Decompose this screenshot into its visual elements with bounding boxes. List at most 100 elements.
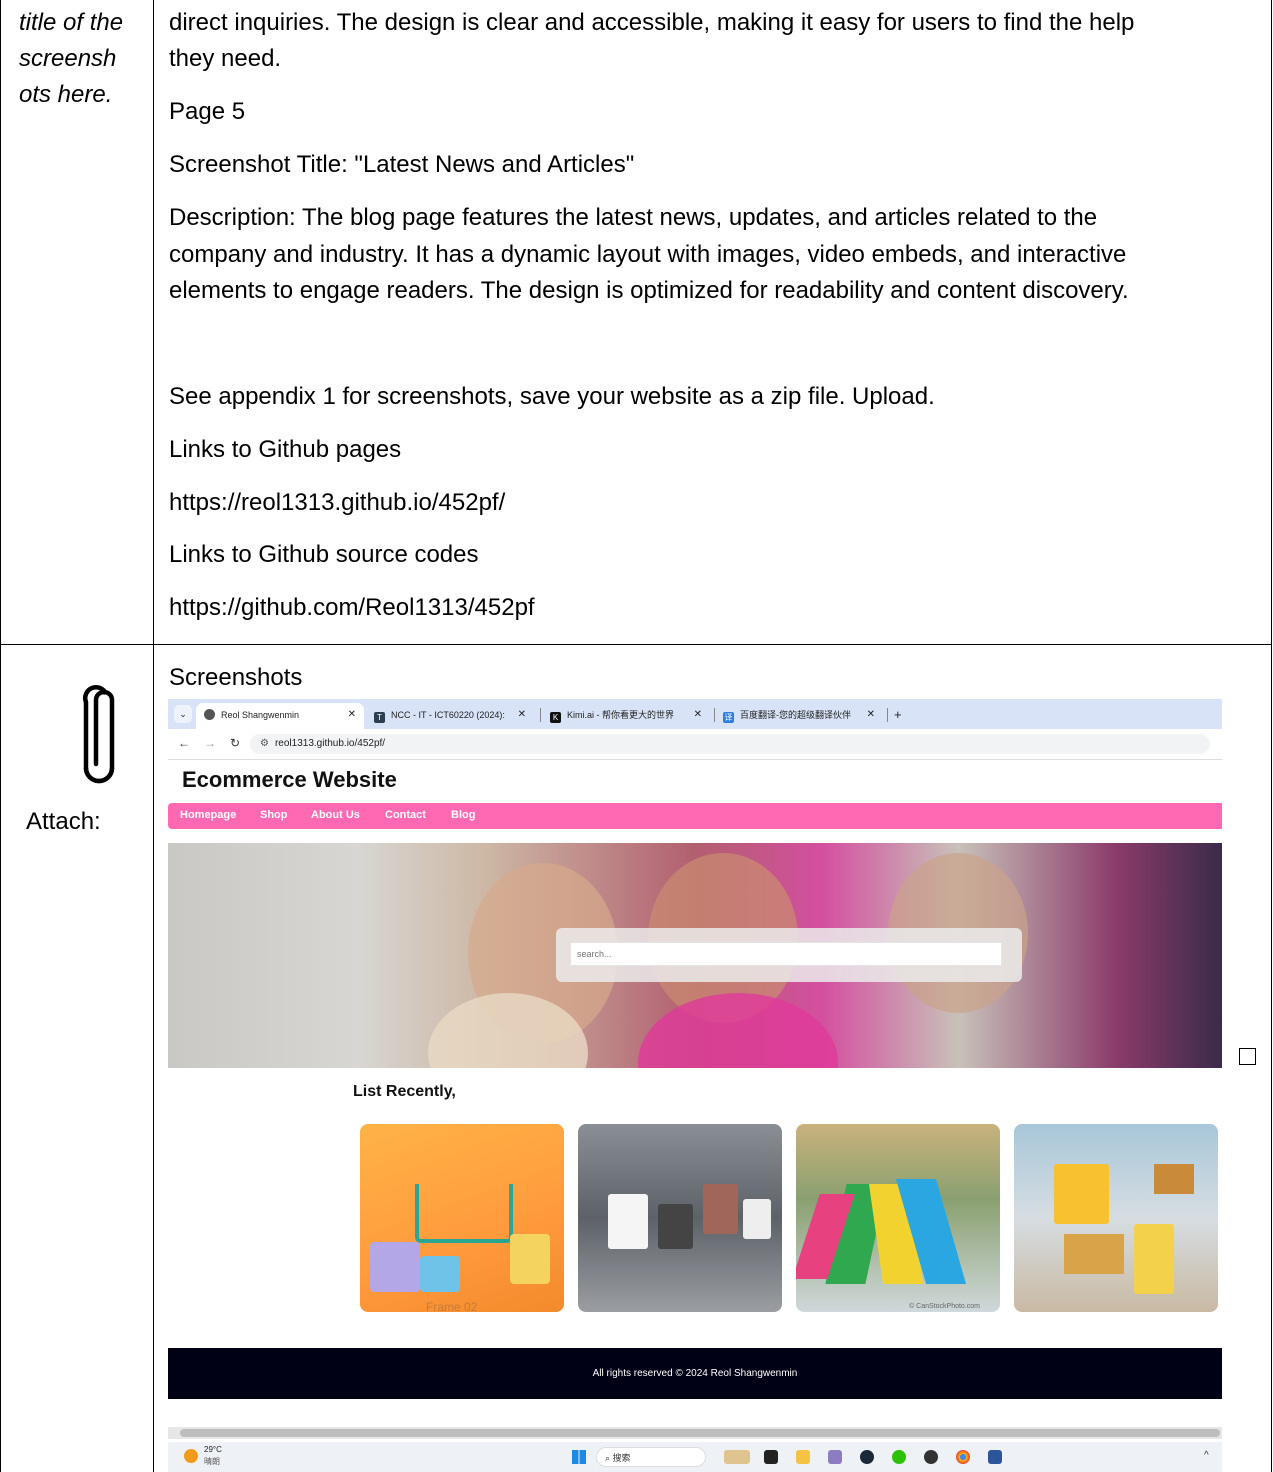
weather-text: 晴朗 <box>204 1457 220 1466</box>
paragraph: See appendix 1 for screenshots, save you… <box>169 383 935 410</box>
tab-ncc[interactable]: T NCC - IT - ICT60220 (2024): ✕ <box>374 703 534 729</box>
new-tab-button[interactable]: + <box>894 703 902 729</box>
nav-about-us[interactable]: About Us <box>311 809 360 821</box>
forward-arrow-icon[interactable]: → <box>204 736 216 750</box>
bag-shape <box>703 1184 738 1234</box>
github-source-link[interactable]: https://github.com/Reol1313/452pf <box>169 590 535 626</box>
close-tab-icon[interactable]: ✕ <box>348 703 356 727</box>
back-arrow-icon[interactable]: ← <box>178 736 190 750</box>
bag-shape <box>510 1234 550 1284</box>
tab-list-button[interactable]: ⌄ <box>174 705 192 723</box>
box-shape <box>1064 1234 1124 1274</box>
paragraph: direct inquiries. The design is clear an… <box>169 9 1135 36</box>
table-border-right <box>1271 0 1272 1472</box>
windows-start-icon[interactable] <box>572 1450 586 1464</box>
product-card-shoppers[interactable] <box>578 1124 782 1312</box>
cart-shape <box>415 1184 513 1243</box>
reload-icon[interactable]: ↻ <box>230 736 240 750</box>
photos-icon[interactable] <box>828 1450 842 1464</box>
weather-icon <box>184 1449 198 1463</box>
chevron-up-icon[interactable]: ^ <box>1204 1450 1209 1461</box>
temperature: 29°C <box>204 1445 222 1454</box>
horizontal-scrollbar[interactable] <box>168 1427 1222 1439</box>
address-bar-row: ← → ↻ ⚙ reol1313.github.io/452pf/ <box>168 729 1222 760</box>
tab-separator <box>714 708 715 722</box>
attach-label: Attach: <box>26 808 101 835</box>
taskbar-search[interactable]: ⌕ 搜索 <box>596 1447 706 1467</box>
nav-homepage[interactable]: Homepage <box>180 809 236 821</box>
screenshots-heading: Screenshots <box>169 664 303 691</box>
tab-separator <box>887 708 888 722</box>
card-caption: Frame 02 <box>426 1300 478 1312</box>
paragraph: elements to engage readers. The design i… <box>169 277 1129 304</box>
gift-box-shape <box>420 1256 460 1292</box>
wechat-icon[interactable] <box>892 1450 906 1464</box>
row-label-line: title of the <box>19 9 124 36</box>
product-card-boxes[interactable] <box>1014 1124 1218 1312</box>
list-heading: List Recently, <box>353 1083 456 1100</box>
url-text: reol1313.github.io/452pf/ <box>274 738 386 749</box>
table-border-left <box>0 0 1 1472</box>
hero-banner-image <box>168 843 1222 1068</box>
bag-shape <box>608 1194 648 1249</box>
paragraph: Screenshot Title: "Latest News and Artic… <box>169 151 635 178</box>
nav-shop[interactable]: Shop <box>260 809 288 821</box>
browser-tab-bar: ⌄ Reol Shangwenmin ✕ T NCC - IT - ICT60220… <box>168 699 1222 729</box>
site-title: Ecommerce Website <box>182 767 397 792</box>
row-label-line: ots here. <box>19 81 113 108</box>
box-shape <box>1154 1164 1194 1194</box>
hero-shape <box>638 993 838 1068</box>
embedded-screenshot: ⌄ Reol Shangwenmin ✕ T NCC - IT - ICT60220… <box>168 699 1222 1472</box>
file-explorer-icon[interactable] <box>796 1450 810 1464</box>
close-tab-icon[interactable]: ✕ <box>867 703 875 727</box>
kimi-icon: K <box>550 712 561 723</box>
bag-shape <box>658 1204 693 1249</box>
chrome-icon[interactable] <box>956 1450 970 1464</box>
bike-app-icon[interactable] <box>724 1450 750 1464</box>
bag-shape <box>1134 1224 1174 1294</box>
table-column-divider <box>153 0 154 1472</box>
product-card-cart[interactable]: Frame 02 <box>360 1124 564 1312</box>
tab-label: NCC - IT - ICT60220 (2024): <box>391 710 505 720</box>
translate-icon: 译 <box>723 712 734 723</box>
paragraph: Page 5 <box>169 98 246 125</box>
nav-blog[interactable]: Blog <box>451 809 475 821</box>
scrollbar-thumb[interactable] <box>180 1429 1220 1437</box>
taskbar-search-label: 搜索 <box>612 1453 631 1463</box>
site-nav-bar: Homepage Shop About Us Contact Blog <box>168 803 1222 829</box>
bag-shape <box>743 1199 771 1239</box>
close-tab-icon[interactable]: ✕ <box>694 703 702 727</box>
paragraph: they need. <box>169 45 282 72</box>
tab-reol-shangwenmin[interactable]: Reol Shangwenmin ✕ <box>196 703 364 729</box>
gift-box-shape <box>370 1242 420 1292</box>
tab-kimi[interactable]: K Kimi.ai - 帮你看更大的世界 ✕ <box>550 703 710 729</box>
tab-separator <box>540 708 541 722</box>
site-footer: All rights reserved © 2024 Reol Shangwen… <box>168 1348 1222 1399</box>
steam-icon[interactable] <box>860 1450 874 1464</box>
word-icon[interactable] <box>988 1450 1002 1464</box>
github-pages-link[interactable]: https://reol1313.github.io/452pf/ <box>169 485 505 521</box>
paragraph: Links to Github pages <box>169 436 402 463</box>
table-row-divider <box>0 644 1272 645</box>
card-caption: © CanStockPhoto.com <box>909 1303 980 1310</box>
app-icon[interactable] <box>924 1450 938 1464</box>
search-panel <box>556 928 1022 982</box>
product-card-colorful-bags[interactable]: © CanStockPhoto.com <box>796 1124 1000 1312</box>
bag-shape <box>1054 1164 1109 1224</box>
row-label-line: screensh <box>19 45 117 72</box>
tab-baidu-translate[interactable]: 译百度翻译-您的超级翻译伙伴 ✕ <box>723 703 883 729</box>
url-field[interactable]: ⚙ reol1313.github.io/452pf/ <box>250 734 1210 754</box>
ncc-icon: T <box>374 712 385 723</box>
search-input[interactable] <box>570 942 1002 966</box>
tab-label: Reol Shangwenmin <box>221 710 300 720</box>
paperclip-icon <box>83 684 115 784</box>
site-info-icon[interactable]: ⚙ <box>260 738 269 749</box>
nav-contact[interactable]: Contact <box>385 809 426 821</box>
task-view-icon[interactable] <box>764 1450 778 1464</box>
paragraph: Links to Github source codes <box>169 541 479 568</box>
close-tab-icon[interactable]: ✕ <box>518 703 526 727</box>
document-page: title of the screensh ots here. Attach: … <box>0 0 1273 1472</box>
checkbox[interactable] <box>1239 1048 1256 1065</box>
paragraph: Description: The blog page features the … <box>169 204 1098 231</box>
paragraph: company and industry. It has a dynamic l… <box>169 241 1127 268</box>
